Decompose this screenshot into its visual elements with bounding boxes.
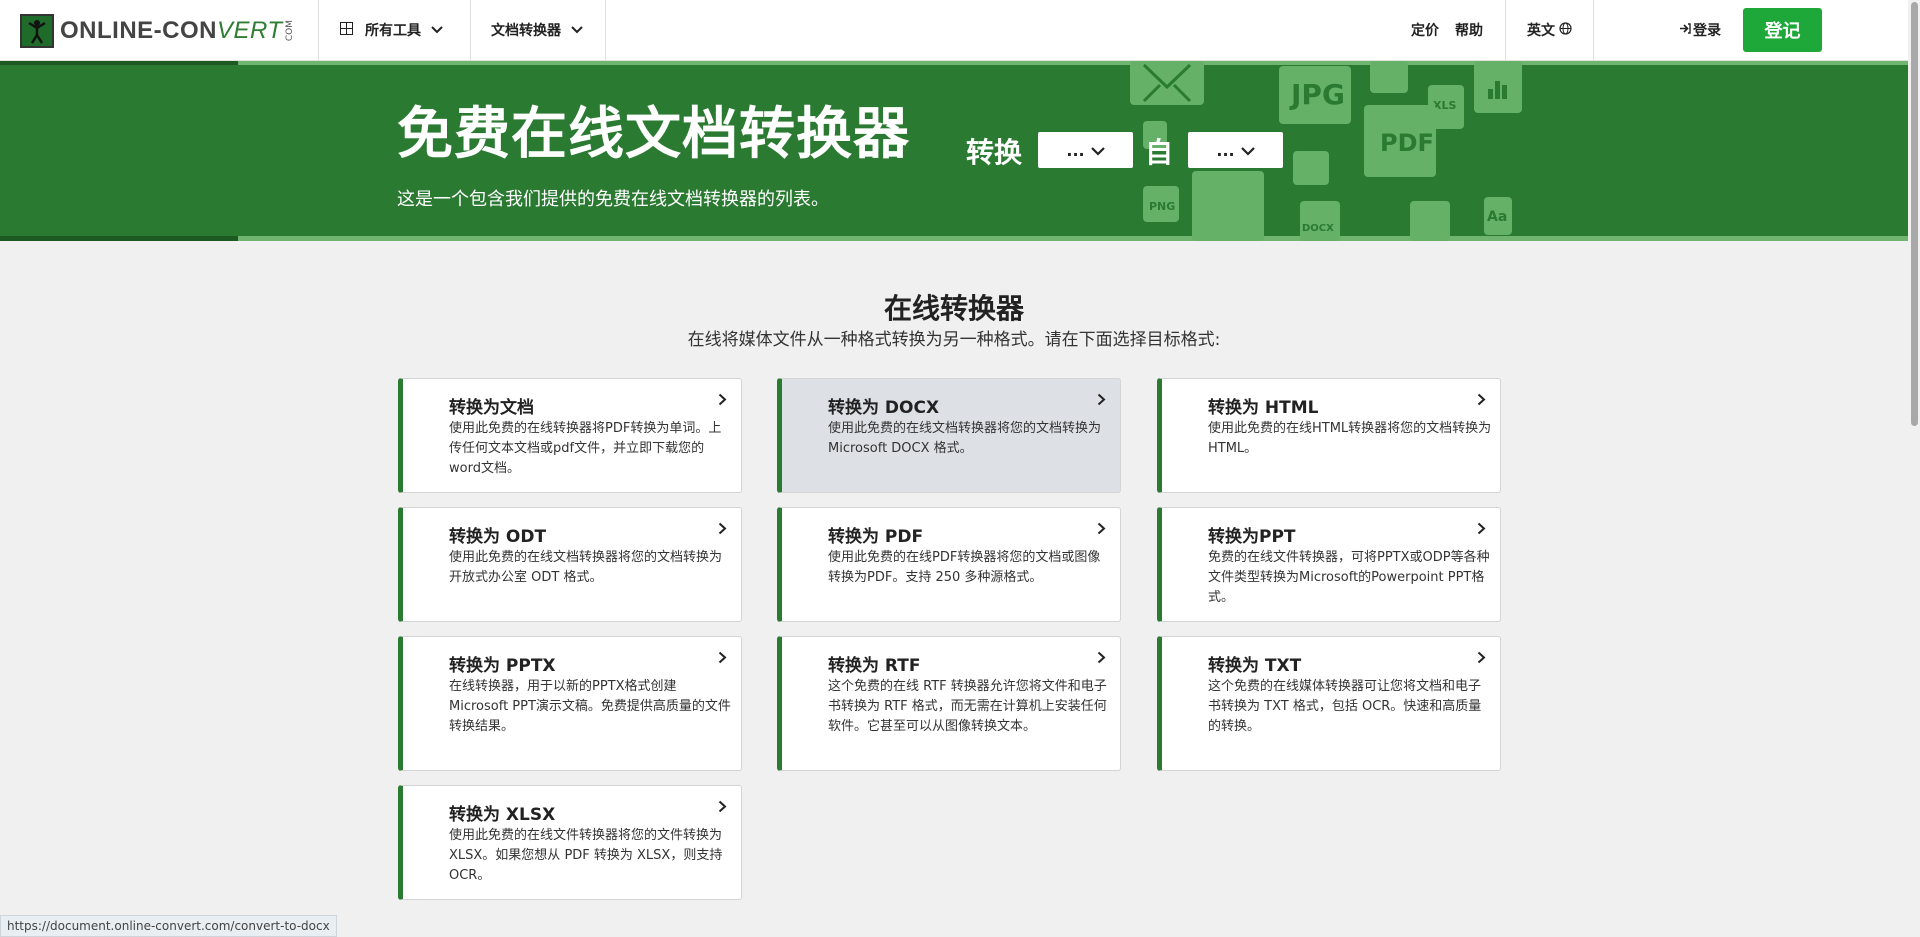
card-description: 使用此免费的在线文件转换器将您的文件转换为 XLSX。如果您想从 PDF 转换为… bbox=[449, 828, 723, 883]
chevron-right-icon bbox=[1477, 649, 1486, 668]
from-label: 自 bbox=[1145, 136, 1174, 169]
chevron-down-icon bbox=[431, 23, 443, 37]
all-tools-label: 所有工具 bbox=[365, 23, 421, 39]
logo-com: COM bbox=[284, 20, 295, 42]
language-label: 英文 bbox=[1527, 23, 1555, 39]
converter-card-ppt[interactable]: 转换为PPT 免费的在线文件转换器，可将PPTX或ODP等各种文件类型转换为Mi… bbox=[1157, 507, 1501, 622]
card-description: 使用此免费的在线PDF转换器将您的文档或图像转换为PDF。支持 250 多种源格… bbox=[828, 550, 1101, 585]
section-title: 在线转换器 bbox=[883, 292, 1024, 325]
card-description: 免费的在线文件转换器，可将PPTX或ODP等各种文件类型转换为Microsoft… bbox=[1208, 550, 1490, 605]
card-title: 转换为 XLSX bbox=[449, 805, 556, 825]
jpg-file-icon: JPG bbox=[1279, 66, 1351, 124]
login-label: 登录 bbox=[1693, 23, 1721, 39]
chevron-right-icon bbox=[1477, 391, 1486, 410]
all-tools-menu[interactable]: 所有工具 bbox=[340, 0, 443, 60]
printer-icon bbox=[1293, 151, 1329, 185]
chevron-right-icon bbox=[718, 391, 727, 410]
source-format-value: ... bbox=[1216, 140, 1235, 160]
card-description: 在线转换器，用于以新的PPTX格式创建Microsoft PPT演示文稿。免费提… bbox=[449, 679, 731, 734]
chevron-right-icon bbox=[1477, 520, 1486, 539]
large-file-icon bbox=[1192, 171, 1264, 241]
signup-button[interactable]: 登记 bbox=[1743, 8, 1822, 52]
card-description: 使用此免费的在线文档转换器将您的文档转换为Microsoft DOCX 格式。 bbox=[828, 421, 1102, 456]
hero-banner: JPG XLS PDF PNG DOCX Aa 免费在线文档转换器 这是一个包含… bbox=[0, 61, 1908, 241]
chart-file-icon bbox=[1474, 61, 1522, 113]
globe-icon bbox=[1559, 21, 1572, 39]
chevron-down-icon bbox=[1240, 141, 1255, 160]
chevron-right-icon bbox=[1097, 391, 1106, 410]
converter-card-odt[interactable]: 转换为 ODT 使用此免费的在线文档转换器将您的文档转换为开放式办公室 ODT … bbox=[398, 507, 742, 622]
converter-card-rtf[interactable]: 转换为 RTF 这个免费的在线 RTF 转换器允许您将文件和电子书转换为 RTF… bbox=[777, 636, 1121, 771]
image-file-icon bbox=[1370, 61, 1408, 93]
page-subtitle: 这是一个包含我们提供的免费在线文档转换器的列表。 bbox=[397, 189, 829, 210]
logo-icon bbox=[20, 14, 54, 48]
chevron-down-icon bbox=[1090, 141, 1105, 160]
login-arrow-icon bbox=[1679, 22, 1691, 38]
card-title: 转换为PPT bbox=[1208, 527, 1296, 547]
png-file-icon: PNG bbox=[1143, 186, 1179, 222]
top-navbar: ONLINE-CONVERT COM 所有工具 文档转换器 定价 帮助 英文 登… bbox=[0, 0, 1908, 61]
card-title: 转换为 ODT bbox=[449, 527, 547, 547]
chevron-down-icon bbox=[571, 23, 583, 37]
card-description: 使用此免费的在线HTML转换器将您的文档转换为HTML。 bbox=[1208, 421, 1492, 456]
card-title: 转换为 TXT bbox=[1208, 656, 1302, 676]
chevron-right-icon bbox=[1097, 649, 1106, 668]
card-description: 这个免费的在线媒体转换器可让您将文档和电子书转换为 TXT 格式，包括 OCR。… bbox=[1208, 679, 1482, 734]
chevron-right-icon bbox=[718, 798, 727, 817]
converter-card-pptx[interactable]: 转换为 PPTX 在线转换器，用于以新的PPTX格式创建Microsoft PP… bbox=[398, 636, 742, 771]
converter-card-xlsx[interactable]: 转换为 XLSX 使用此免费的在线文件转换器将您的文件转换为 XLSX。如果您想… bbox=[398, 785, 742, 900]
chevron-right-icon bbox=[1097, 520, 1106, 539]
card-title: 转换为 PPTX bbox=[449, 656, 556, 676]
logo-text: ONLINE-CONVERT bbox=[60, 17, 283, 44]
doc-converter-menu[interactable]: 文档转换器 bbox=[491, 0, 583, 60]
converter-card-docx[interactable]: 转换为 DOCX 使用此免费的在线文档转换器将您的文档转换为Microsoft … bbox=[777, 378, 1121, 493]
chevron-right-icon bbox=[718, 649, 727, 668]
font-file-icon: Aa bbox=[1484, 197, 1512, 235]
card-description: 使用此免费的在线转换器将PDF转换为单词。上传任何文本文档或pdf文件，并立即下… bbox=[449, 421, 722, 476]
converter-card-txt[interactable]: 转换为 TXT 这个免费的在线媒体转换器可让您将文档和电子书转换为 TXT 格式… bbox=[1157, 636, 1501, 771]
scrollbar-thumb[interactable] bbox=[1911, 2, 1918, 426]
card-title: 转换为 DOCX bbox=[828, 398, 940, 418]
page-title: 免费在线文档转换器 bbox=[397, 102, 910, 167]
login-link[interactable]: 登录 bbox=[1679, 0, 1721, 60]
card-title: 转换为 HTML bbox=[1208, 398, 1319, 418]
file-icon bbox=[1410, 201, 1450, 241]
card-title: 转换为 RTF bbox=[828, 656, 921, 676]
envelope-icon bbox=[1130, 61, 1204, 105]
converter-card-html[interactable]: 转换为 HTML 使用此免费的在线HTML转换器将您的文档转换为HTML。 bbox=[1157, 378, 1501, 493]
source-format-select[interactable]: ... bbox=[1188, 132, 1283, 168]
convert-label: 转换 bbox=[966, 136, 1023, 169]
docx-file-icon: DOCX bbox=[1300, 201, 1340, 241]
card-description: 这个免费的在线 RTF 转换器允许您将文件和电子书转换为 RTF 格式，而无需在… bbox=[828, 679, 1107, 734]
pricing-link[interactable]: 定价 bbox=[1411, 0, 1439, 60]
pdf-file-icon: PDF bbox=[1364, 105, 1436, 177]
card-description: 使用此免费的在线文档转换器将您的文档转换为开放式办公室 ODT 格式。 bbox=[449, 550, 723, 585]
site-logo[interactable]: ONLINE-CONVERT COM bbox=[20, 13, 295, 49]
grid-icon bbox=[340, 21, 353, 39]
target-format-value: ... bbox=[1066, 140, 1085, 160]
language-switch[interactable]: 英文 bbox=[1527, 0, 1572, 60]
converter-card-pdf[interactable]: 转换为 PDF 使用此免费的在线PDF转换器将您的文档或图像转换为PDF。支持 … bbox=[777, 507, 1121, 622]
chevron-right-icon bbox=[718, 520, 727, 539]
link-status-bar: https://document.online-convert.com/conv… bbox=[0, 915, 337, 937]
converter-card-doc[interactable]: 转换为文档 使用此免费的在线转换器将PDF转换为单词。上传任何文本文档或pdf文… bbox=[398, 378, 742, 493]
help-link[interactable]: 帮助 bbox=[1455, 0, 1483, 60]
card-title: 转换为 PDF bbox=[828, 527, 924, 547]
card-title: 转换为文档 bbox=[449, 398, 534, 418]
section-subtitle: 在线将媒体文件从一种格式转换为另一种格式。请在下面选择目标格式: bbox=[687, 330, 1221, 350]
target-format-select[interactable]: ... bbox=[1038, 132, 1133, 168]
doc-converter-label: 文档转换器 bbox=[491, 23, 561, 39]
